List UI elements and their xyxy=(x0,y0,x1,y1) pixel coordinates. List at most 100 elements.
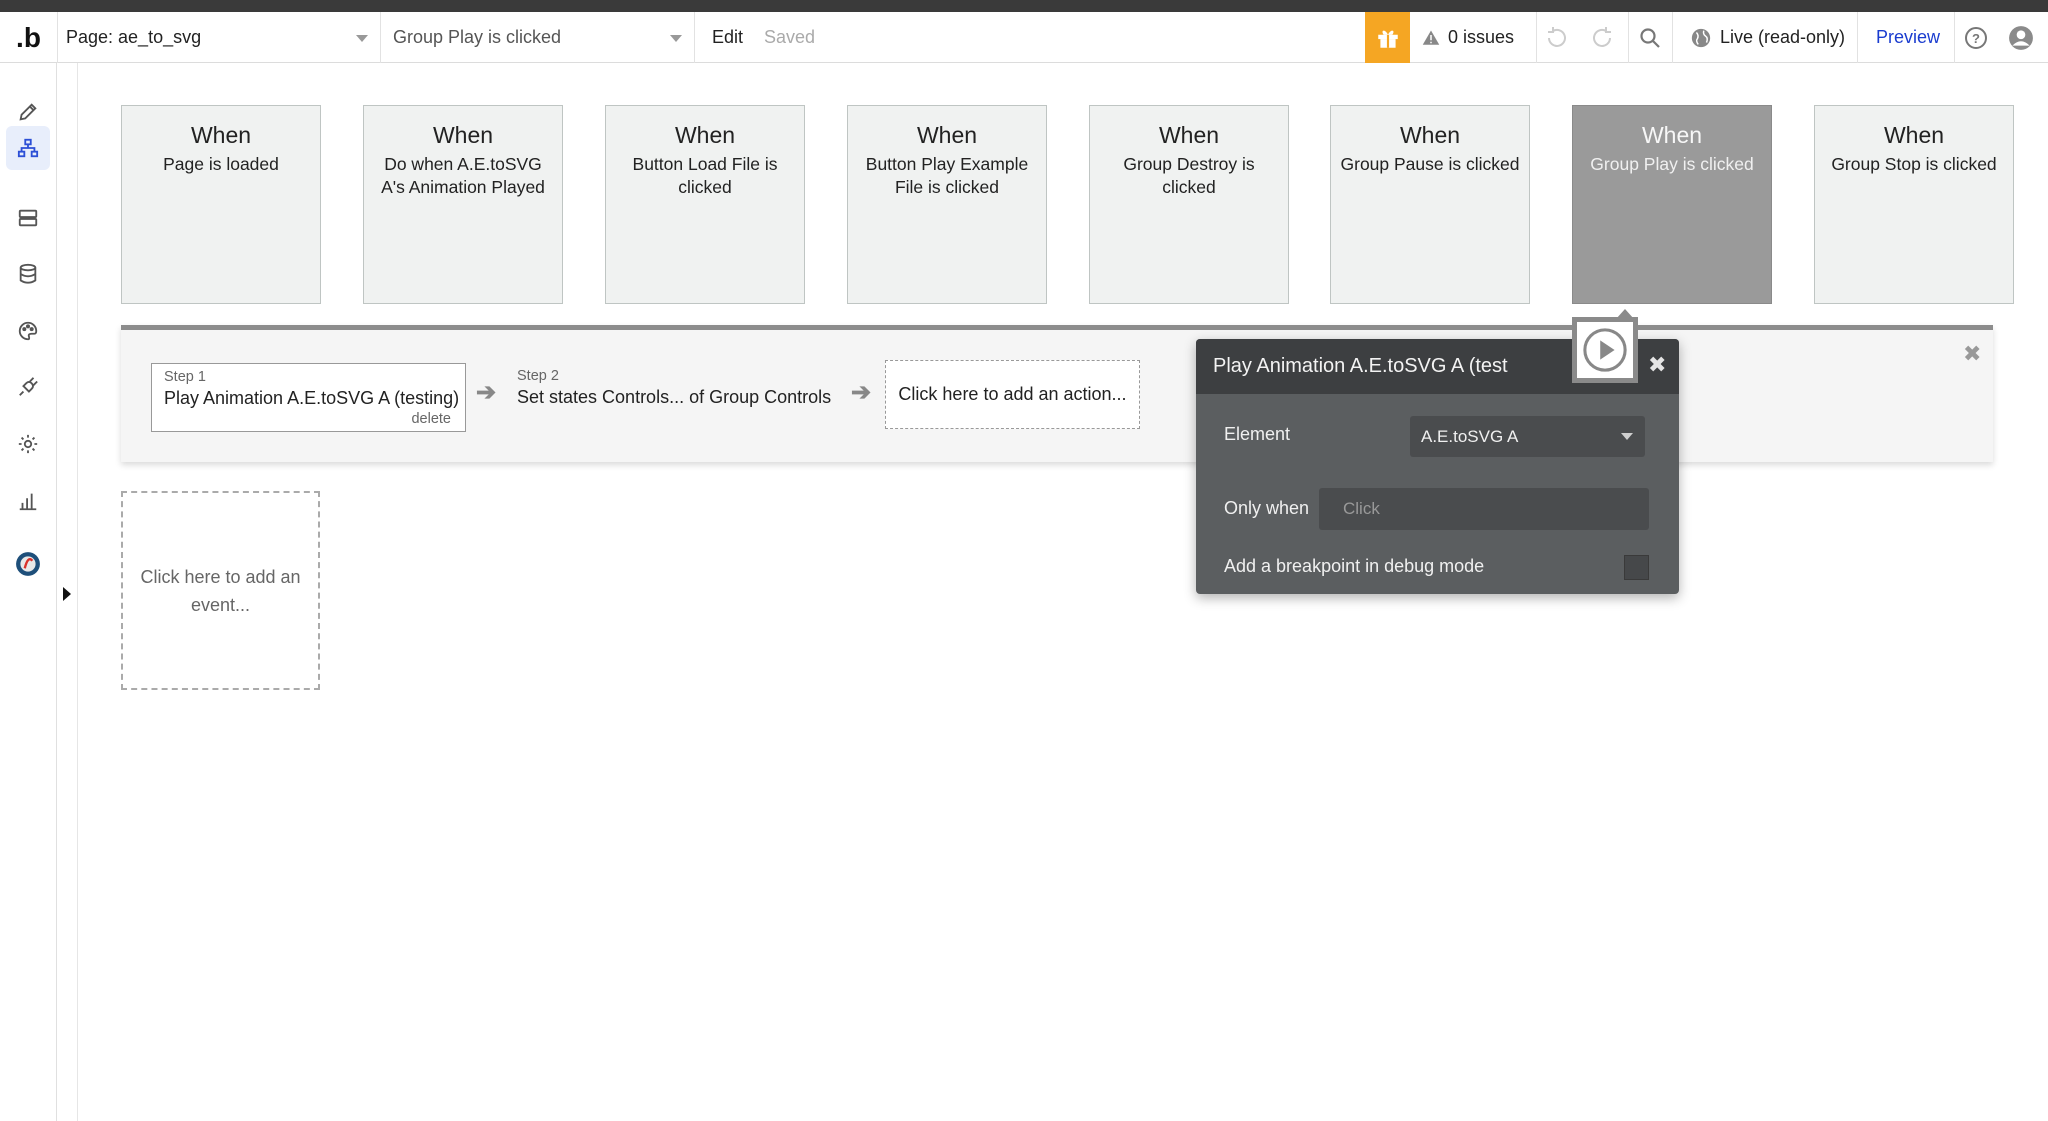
globe-icon xyxy=(1691,28,1711,47)
step-title: Play Animation A.E.toSVG A (testing) xyxy=(164,388,460,408)
event-description: Page is loaded xyxy=(163,154,279,174)
pencil-icon xyxy=(19,103,37,121)
event-description: Button Play Example File is clicked xyxy=(865,154,1029,197)
chart-icon xyxy=(19,493,37,511)
event-card[interactable]: When Do when A.E.toSVG A's Animation Pla… xyxy=(363,105,563,304)
event-selector-label: Group Play is clicked xyxy=(393,27,562,47)
bubble-logo[interactable]: .b xyxy=(0,12,57,63)
sidebar-item-settings[interactable] xyxy=(6,422,50,466)
saved-status: Saved xyxy=(764,27,816,47)
left-sidebar xyxy=(0,63,57,1121)
element-label: Element xyxy=(1224,424,1291,444)
divider xyxy=(1672,12,1673,63)
help-icon: ? xyxy=(1965,26,1987,49)
element-dropdown-value: A.E.toSVG A xyxy=(1421,426,1519,446)
data-icon xyxy=(18,209,38,227)
divider xyxy=(694,12,695,63)
event-when: When xyxy=(190,122,252,148)
panel-title: Play Animation A.E.toSVG A (test xyxy=(1213,355,1508,377)
preview-link[interactable]: Preview xyxy=(1876,12,1940,63)
chevron-down-icon xyxy=(356,35,368,42)
only-when-input[interactable]: Click xyxy=(1319,488,1649,530)
user-avatar-icon xyxy=(2009,25,2033,50)
event-description: Group Stop is clicked xyxy=(1831,154,1997,174)
search-button[interactable] xyxy=(1628,12,1672,63)
sidebar-item-workflow[interactable] xyxy=(6,126,50,170)
event-card[interactable]: When Group Stop is clicked xyxy=(1814,105,2014,304)
account-button[interactable] xyxy=(1999,12,2043,63)
event-when: When xyxy=(1883,122,1945,148)
event-card-selected[interactable]: When Group Play is clicked xyxy=(1572,105,1772,304)
svg-text:?: ? xyxy=(1972,31,1980,46)
event-card[interactable]: When Group Destroy is clicked xyxy=(1089,105,1289,304)
event-card[interactable]: When Page is loaded xyxy=(121,105,321,304)
workflow-step[interactable]: Step 2 Set states Controls... of Group C… xyxy=(517,363,831,432)
redo-icon xyxy=(1593,26,1611,47)
sidebar-item-plugins[interactable] xyxy=(6,365,50,409)
event-when: When xyxy=(432,122,494,148)
page-selector[interactable]: Page: ae_to_svg xyxy=(57,12,380,63)
step-title: Set states Controls... of Group Controls xyxy=(517,387,832,407)
event-selector[interactable]: Group Play is clicked xyxy=(381,12,694,63)
breakpoint-checkbox[interactable] xyxy=(1624,555,1649,580)
gift-button[interactable] xyxy=(1365,12,1410,63)
close-workflow-icon[interactable]: ✖ xyxy=(1963,343,1981,365)
top-toolbar: .b Page: ae_to_svg Group Play is clicked… xyxy=(0,12,2048,63)
element-dropdown[interactable]: A.E.toSVG A xyxy=(1410,416,1645,457)
help-button[interactable]: ? xyxy=(1954,12,1998,63)
search-icon xyxy=(1640,27,1660,48)
add-action-button[interactable]: Click here to add an action... xyxy=(885,360,1140,429)
live-mode-label: Live (read-only) xyxy=(1720,27,1846,47)
add-event-button[interactable]: Click here to add an event... xyxy=(121,491,320,690)
sidebar-item-database[interactable] xyxy=(6,252,50,296)
event-description: Do when A.E.toSVG A's Animation Played xyxy=(381,154,545,197)
gear-icon xyxy=(18,434,38,454)
event-when: When xyxy=(1399,122,1461,148)
workflow-step[interactable]: Step 1 Play Animation A.E.toSVG A (testi… xyxy=(151,363,466,432)
sidebar-item-app[interactable] xyxy=(6,542,50,586)
event-description: Group Destroy is clicked xyxy=(1123,154,1255,197)
event-when: When xyxy=(916,122,978,148)
event-card[interactable]: When Button Play Example File is clicked xyxy=(847,105,1047,304)
event-when: When xyxy=(1641,122,1703,148)
step-number: Step 2 xyxy=(517,368,559,384)
edit-menu[interactable]: Edit xyxy=(712,12,743,63)
chevron-down-icon xyxy=(670,35,682,42)
step-number: Step 1 xyxy=(164,369,206,385)
redo-button[interactable] xyxy=(1580,12,1624,63)
sidebar-item-logs[interactable] xyxy=(6,479,50,523)
only-when-label: Only when xyxy=(1224,498,1310,518)
event-description: Group Play is clicked xyxy=(1590,154,1754,174)
event-description: Group Pause is clicked xyxy=(1340,154,1520,174)
sidebar-item-styles[interactable] xyxy=(6,309,50,353)
delete-step-link[interactable]: delete xyxy=(411,411,451,427)
chevron-down-icon xyxy=(1621,433,1633,440)
sidebar-item-data[interactable] xyxy=(6,196,50,240)
palette-icon xyxy=(18,321,38,341)
live-mode-button[interactable]: Live (read-only) xyxy=(1690,12,1845,63)
event-when: When xyxy=(1158,122,1220,148)
expand-arrow-icon[interactable] xyxy=(63,587,71,601)
workflow-icon xyxy=(17,138,39,158)
run-action-button[interactable] xyxy=(1572,317,1638,383)
breakpoint-label: Add a breakpoint in debug mode xyxy=(1224,556,1485,576)
divider xyxy=(1857,12,1858,63)
window-top-strip xyxy=(0,0,2048,12)
event-card[interactable]: When Group Pause is clicked xyxy=(1330,105,1530,304)
gift-icon xyxy=(1377,30,1398,48)
arrow-right-icon: ➔ xyxy=(476,379,497,406)
close-panel-icon[interactable]: ✖ xyxy=(1648,354,1666,376)
play-icon xyxy=(1583,328,1627,372)
event-card[interactable]: When Button Load File is clicked xyxy=(605,105,805,304)
plugin-icon xyxy=(19,377,38,396)
undo-button[interactable] xyxy=(1535,12,1579,63)
issues-count: 0 issues xyxy=(1448,27,1515,47)
warning-icon xyxy=(1422,30,1440,45)
page-selector-label: Page: ae_to_svg xyxy=(66,27,202,47)
event-when: When xyxy=(674,122,736,148)
event-description: Button Load File is clicked xyxy=(632,154,778,197)
arrow-right-icon: ➔ xyxy=(851,379,872,406)
undo-icon xyxy=(1548,26,1566,47)
database-icon xyxy=(19,263,37,284)
issues-button[interactable]: 0 issues xyxy=(1422,12,1514,63)
